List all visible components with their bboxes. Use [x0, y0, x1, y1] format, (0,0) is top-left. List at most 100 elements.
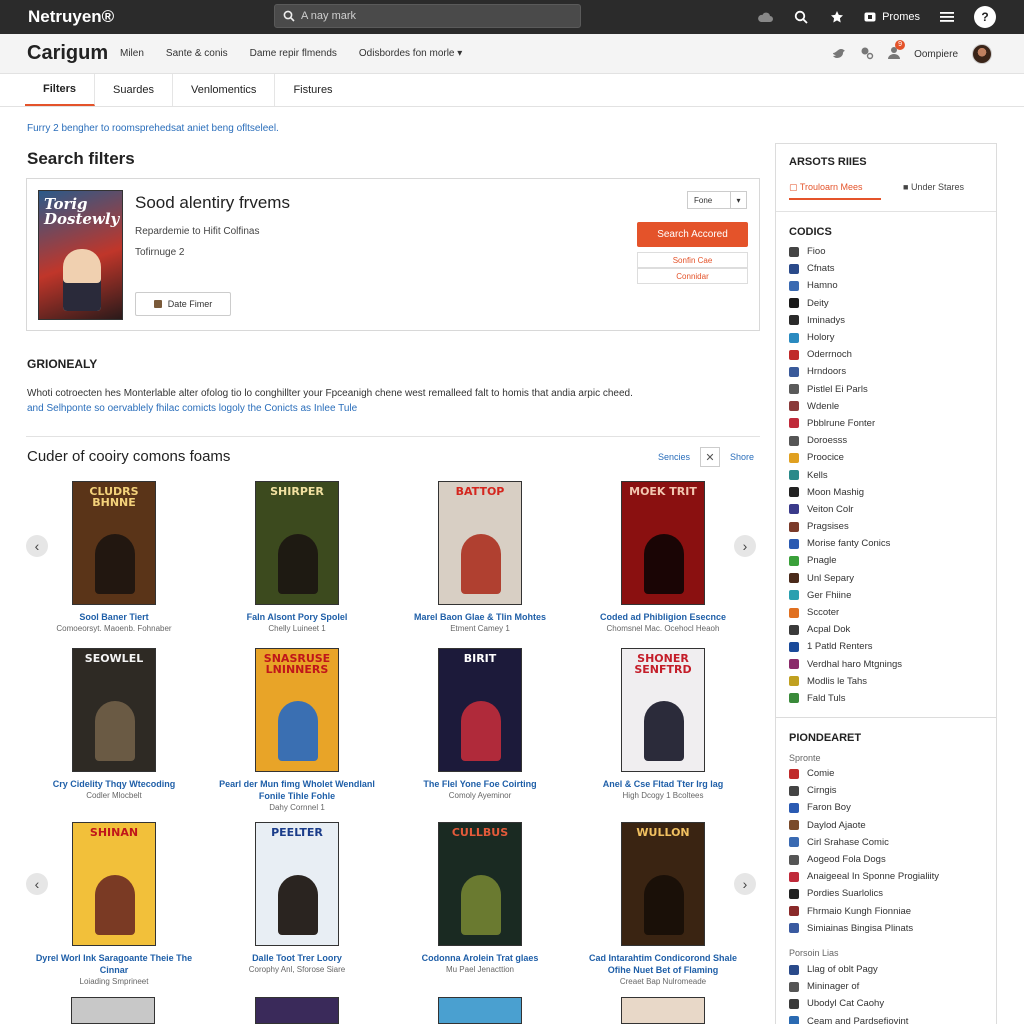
- comic-cover-partial[interactable]: [438, 997, 522, 1024]
- search-box[interactable]: [274, 4, 581, 28]
- site-title[interactable]: Carigum: [27, 42, 120, 65]
- comic-title[interactable]: Anel & Cse Fltad Tter Irg lag: [578, 778, 748, 790]
- comic-cover[interactable]: SHONER SENFTRD: [621, 648, 705, 772]
- header-nav-item[interactable]: Dame repir flmends: [250, 48, 337, 59]
- comic-card[interactable]: BATTOP Marel Baon Glae & Tlin Mohtes Etmen…: [395, 481, 565, 635]
- comic-card[interactable]: SHONER SENFTRD Anel & Cse Fltad Tter Irg …: [578, 648, 748, 802]
- sidebar-list-item[interactable]: Iminadys: [789, 312, 902, 329]
- comic-title[interactable]: Faln Alsont Pory Spolel: [212, 611, 382, 623]
- sidebar-list-item[interactable]: Fhrmaio Kungh Fionniae: [789, 903, 939, 920]
- sidebar-list-item[interactable]: Aogeod Fola Dogs: [789, 851, 939, 868]
- comic-cover[interactable]: BIRIT: [438, 648, 522, 772]
- comic-card[interactable]: SEOWLEL Cry Cidelity Thqy Wtecoding Codler…: [29, 648, 199, 802]
- comic-card[interactable]: SHINAN Dyrel Worl Ink Saragoante Theie Th…: [29, 822, 199, 988]
- comic-card[interactable]: CLUDRS BHNNE Sool Baner Tiert Comoeorsyt. …: [29, 481, 199, 635]
- sidebar-tab-trouloarn[interactable]: ▢ Trouloarn Mees: [789, 182, 881, 200]
- sidebar-list-item[interactable]: Verdhal haro Mtgnings: [789, 656, 902, 673]
- sidebar-list-item[interactable]: Cirl Srahase Comic: [789, 834, 939, 851]
- tab-fistures[interactable]: Fistures: [275, 74, 350, 106]
- sidebar-list-item[interactable]: Doroesss: [789, 432, 902, 449]
- sort-select[interactable]: Fone ▾: [687, 191, 747, 209]
- comic-card[interactable]: PEELTER Dalle Toot Trer Loory Corophy Anl,…: [212, 822, 382, 976]
- sidebar-list-item[interactable]: Deity: [789, 295, 902, 312]
- tab-venlomentics[interactable]: Venlomentics: [173, 74, 276, 106]
- sidebar-list-item[interactable]: Unl Separy: [789, 570, 902, 587]
- cloud-icon[interactable]: [756, 8, 774, 26]
- sidebar-list-item[interactable]: Pistlel Ei Parls: [789, 381, 902, 398]
- sidebar-list-item[interactable]: Pordies Suarlolics: [789, 885, 939, 902]
- comic-title[interactable]: Cry Cidelity Thqy Wtecoding: [29, 778, 199, 790]
- sidebar-list-item[interactable]: Morise fanty Conics: [789, 535, 902, 552]
- close-icon[interactable]: ✕: [700, 447, 721, 467]
- sidebar-list-item[interactable]: Acpal Dok: [789, 621, 902, 638]
- comic-card[interactable]: SHIRPER Faln Alsont Pory Spolel Chelly Lui…: [212, 481, 382, 635]
- menu-icon[interactable]: [938, 8, 956, 26]
- user-search-icon[interactable]: [860, 46, 874, 63]
- sidebar-list-item[interactable]: Sccoter: [789, 604, 902, 621]
- comic-cover[interactable]: SEOWLEL: [72, 648, 156, 772]
- comic-cover[interactable]: MOEK TRIT: [621, 481, 705, 605]
- comic-title[interactable]: Cad Intarahtim Condicorond Shale Ofihe N…: [578, 952, 748, 976]
- comic-title[interactable]: The Flel Yone Foe Coirting: [395, 778, 565, 790]
- sidebar-list-item[interactable]: Fioo: [789, 243, 902, 260]
- comic-cover[interactable]: BATTOP: [438, 481, 522, 605]
- sidebar-list-item[interactable]: Llag of oblt Pagy: [789, 961, 908, 978]
- general-link[interactable]: and Selhponte so oervablely fhilac comic…: [27, 403, 357, 414]
- tab-suardes[interactable]: Suardes: [95, 74, 173, 106]
- connidar-button[interactable]: Connidar: [637, 268, 748, 284]
- sidebar-list-item[interactable]: Comie: [789, 765, 939, 782]
- date-filter-button[interactable]: Date Fimer: [135, 292, 231, 316]
- comic-title[interactable]: Dalle Toot Trer Loory: [212, 952, 382, 964]
- sidebar-list-item[interactable]: Faron Boy: [789, 799, 939, 816]
- user-name[interactable]: Oompiere: [914, 49, 958, 60]
- star-icon[interactable]: [828, 8, 846, 26]
- search-input[interactable]: [301, 10, 561, 22]
- promos-link[interactable]: Promes: [864, 11, 920, 23]
- hint-link[interactable]: Furry 2 bengher to roomsprehedsat aniet …: [27, 123, 279, 134]
- user-avatar[interactable]: [972, 44, 992, 64]
- comic-cover-partial[interactable]: [255, 997, 339, 1024]
- comic-cover[interactable]: SHIRPER: [255, 481, 339, 605]
- comic-cover[interactable]: CLUDRS BHNNE: [72, 481, 156, 605]
- bird-icon[interactable]: [832, 47, 846, 62]
- shore-link[interactable]: Shore: [730, 452, 754, 462]
- sidebar-list-item[interactable]: Wdenle: [789, 398, 902, 415]
- sidebar-list-item[interactable]: Pragsises: [789, 518, 902, 535]
- sidebar-list-item[interactable]: Pbblrune Fonter: [789, 415, 902, 432]
- comic-cover[interactable]: SHINAN: [72, 822, 156, 946]
- sidebar-list-item[interactable]: Cirngis: [789, 782, 939, 799]
- sidebar-list-item[interactable]: 1 Patld Renters: [789, 638, 902, 655]
- sidebar-list-item[interactable]: Hamno: [789, 277, 902, 294]
- search-accored-button[interactable]: Search Accored: [637, 222, 748, 247]
- comic-card[interactable]: WULLON Cad Intarahtim Condicorond Shale O…: [578, 822, 748, 988]
- comic-cover-partial[interactable]: [621, 997, 705, 1024]
- header-nav-item[interactable]: Milen: [120, 48, 144, 59]
- sidebar-list-item[interactable]: Ger Fhiine: [789, 587, 902, 604]
- sidebar-tab-under-stares[interactable]: ■ Under Stares: [903, 182, 964, 200]
- comic-cover[interactable]: WULLON: [621, 822, 705, 946]
- comic-title[interactable]: Pearl der Mun fimg Wholet Wendlanl Fonil…: [212, 778, 382, 802]
- comic-card[interactable]: SNASRUSE LNINNERS Pearl der Mun fimg Whol…: [212, 648, 382, 814]
- comic-title[interactable]: Codonna Arolein Trat glaes: [395, 952, 565, 964]
- sidebar-list-item[interactable]: Cfnats: [789, 260, 902, 277]
- search-icon[interactable]: [792, 8, 810, 26]
- sidebar-list-item[interactable]: Daylod Ajaote: [789, 817, 939, 834]
- notification-bell[interactable]: 9: [888, 39, 906, 63]
- comic-card[interactable]: BIRIT The Flel Yone Foe Coirting Comoly Ay…: [395, 648, 565, 802]
- sidebar-list-item[interactable]: Veiton Colr: [789, 501, 902, 518]
- sidebar-list-item[interactable]: Pnagle: [789, 552, 902, 569]
- comic-cover[interactable]: PEELTER: [255, 822, 339, 946]
- header-nav-item[interactable]: Sante & conis: [166, 48, 228, 59]
- header-nav-dropdown[interactable]: Odisbordes fon morle ▾: [359, 48, 462, 59]
- tab-filters[interactable]: Filters: [25, 74, 96, 106]
- sidebar-list-item[interactable]: Simiainas Bingisa Plinats: [789, 920, 939, 937]
- featured-cover[interactable]: Torig Dostewly: [38, 190, 123, 320]
- comic-card[interactable]: MOEK TRIT Coded ad Phibligion Esecnce Chom…: [578, 481, 748, 635]
- sidebar-list-item[interactable]: Moon Mashig: [789, 484, 902, 501]
- sidebar-list-item[interactable]: Fald Tuls: [789, 690, 902, 707]
- comic-title[interactable]: Sool Baner Tiert: [29, 611, 199, 623]
- sidebar-list-item[interactable]: Mininager of: [789, 978, 908, 995]
- comic-cover[interactable]: CULLBUS: [438, 822, 522, 946]
- comic-title[interactable]: Coded ad Phibligion Esecnce: [578, 611, 748, 623]
- sidebar-list-item[interactable]: Modlis le Tahs: [789, 673, 902, 690]
